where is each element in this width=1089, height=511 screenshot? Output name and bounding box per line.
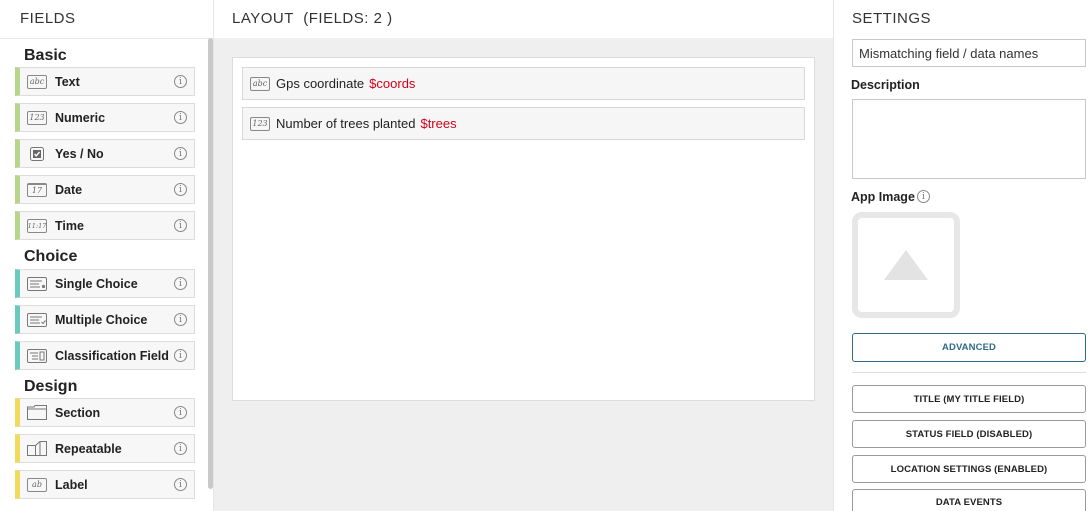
field-item-label: Time [55,218,84,233]
info-icon[interactable]: i [174,277,187,290]
layout-row-variable: $trees [420,116,457,131]
text-field-icon: abc [250,76,270,91]
settings-panel: SETTINGS Description App Image i ADVANCE… [833,0,1089,511]
repeatable-icon [27,441,47,456]
field-item-classification[interactable]: Classification Field i [15,341,195,370]
divider [852,372,1086,373]
info-icon[interactable]: i [174,349,187,362]
layout-row-trees-planted[interactable]: 123 Number of trees planted $trees [242,107,805,140]
info-icon[interactable]: i [174,478,187,491]
form-builder: FIELDS Basic abc Text i 123 Numeric i Ye… [0,0,1089,511]
field-item-text[interactable]: abc Text i [15,67,195,96]
clock-icon: 11:17 [27,218,47,233]
info-icon[interactable]: i [174,406,187,419]
fields-panel: FIELDS Basic abc Text i 123 Numeric i Ye… [0,0,214,511]
fields-scrollbar[interactable] [208,38,213,489]
info-icon[interactable]: i [174,313,187,326]
settings-panel-title: SETTINGS [852,10,932,27]
divider [0,38,214,39]
numeric-field-icon: 123 [250,116,270,131]
layout-panel: LAYOUT (FIELDS: 2 ) abc Gps coordinate $… [214,0,833,511]
field-item-label: Single Choice [55,276,138,291]
info-icon[interactable]: i [174,442,187,455]
field-item-label: Text [55,74,80,89]
group-title-basic: Basic [24,47,67,64]
field-item-label: Section [55,405,101,420]
description-label: Description [851,78,920,92]
field-item-time[interactable]: 11:17 Time i [15,211,195,240]
field-item-multiple-choice[interactable]: Multiple Choice i [15,305,195,334]
label-icon: ab [27,477,47,492]
layout-row-label: Gps coordinate [276,76,365,91]
classification-icon [27,348,47,363]
field-item-label: Yes / No [55,146,104,161]
info-icon[interactable]: i [174,219,187,232]
title-field-button[interactable]: TITLE (MY TITLE FIELD) [852,385,1086,413]
field-item-repeatable[interactable]: Repeatable i [15,434,195,463]
info-icon[interactable]: i [917,190,930,203]
info-icon[interactable]: i [174,75,187,88]
layout-row-label: Number of trees planted [276,116,416,131]
field-item-label: Classification Field [55,348,169,363]
advanced-button[interactable]: ADVANCED [852,333,1086,362]
field-item-numeric[interactable]: 123 Numeric i [15,103,195,132]
layout-field-count: (FIELDS: 2 ) [303,10,393,27]
calendar-icon: 17 [27,182,47,197]
info-icon[interactable]: i [174,111,187,124]
layout-row-variable: $coords [369,76,416,91]
field-item-label: Numeric [55,110,106,125]
data-events-button[interactable]: DATA EVENTS [852,489,1086,511]
image-placeholder-icon [884,250,928,280]
app-image-placeholder[interactable] [852,212,960,318]
folder-icon [27,405,47,420]
field-item-yes-no[interactable]: Yes / No i [15,139,195,168]
field-item-label: Repeatable [55,441,122,456]
field-item-label: Date [55,182,83,197]
layout-title: LAYOUT [232,10,294,27]
app-image-label: App Image [851,190,915,204]
numeric-field-icon: 123 [27,110,47,125]
form-name-input[interactable] [852,39,1086,67]
checkbox-icon [27,146,47,161]
fields-panel-title: FIELDS [20,10,76,27]
text-field-icon: abc [27,74,47,89]
single-choice-icon [27,276,47,291]
status-field-button[interactable]: STATUS FIELD (DISABLED) [852,420,1086,448]
multiple-choice-icon [27,312,47,327]
info-icon[interactable]: i [174,183,187,196]
field-item-label-text: Label [55,477,88,492]
field-item-single-choice[interactable]: Single Choice i [15,269,195,298]
location-settings-button[interactable]: LOCATION SETTINGS (ENABLED) [852,455,1086,483]
group-title-choice: Choice [24,248,78,265]
field-item-date[interactable]: 17 Date i [15,175,195,204]
layout-header: LAYOUT (FIELDS: 2 ) [214,0,833,38]
info-icon[interactable]: i [174,147,187,160]
description-textarea[interactable] [852,99,1086,179]
layout-panel-title: LAYOUT (FIELDS: 2 ) [232,10,393,27]
layout-row-gps-coordinate[interactable]: abc Gps coordinate $coords [242,67,805,100]
layout-canvas[interactable]: abc Gps coordinate $coords 123 Number of… [232,57,815,401]
field-item-section[interactable]: Section i [15,398,195,427]
field-item-label[interactable]: ab Label i [15,470,195,499]
field-item-label: Multiple Choice [55,312,148,327]
group-title-design: Design [24,378,78,395]
